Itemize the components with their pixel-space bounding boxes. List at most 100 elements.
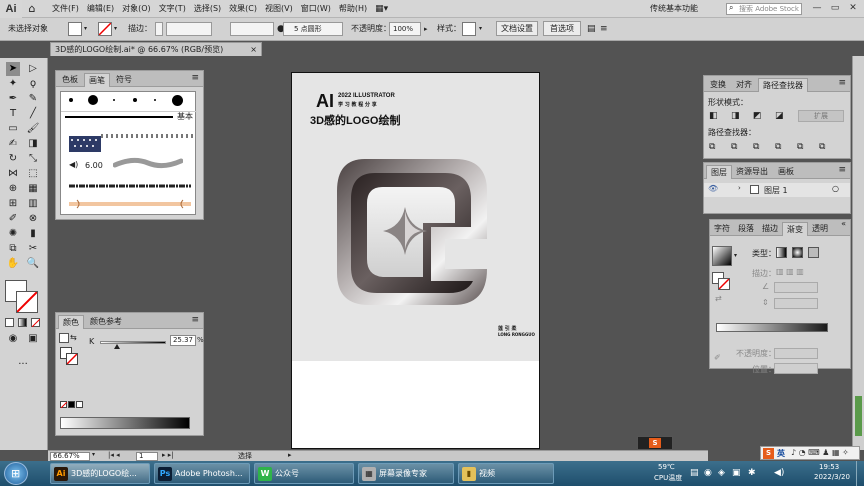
tab-transform[interactable]: 变换	[706, 78, 730, 92]
menu-view[interactable]: 视图(V)	[261, 3, 297, 14]
tab-transparency[interactable]: 透明	[808, 222, 832, 236]
tab-artboards[interactable]: 画板	[774, 165, 798, 179]
color-mode-icon[interactable]	[5, 318, 14, 327]
crop-icon[interactable]: ⧉	[775, 142, 781, 152]
draw-normal-icon[interactable]: ◉	[6, 332, 20, 346]
stroke-option-icons[interactable]: ▥ ▥ ▥	[776, 267, 804, 276]
swap-icon[interactable]	[59, 333, 69, 343]
screen-mode-icon[interactable]: ▣	[26, 332, 40, 346]
menu-type[interactable]: 文字(T)	[155, 3, 190, 14]
direct-selection-tool-icon[interactable]: ▷	[26, 62, 40, 76]
curvature-tool-icon[interactable]: ✎	[26, 92, 40, 106]
width-tool-icon[interactable]: ⋈	[6, 167, 20, 181]
first-page-icon[interactable]: |◂ ◂	[108, 451, 120, 459]
merge-icon[interactable]: ⧉	[753, 142, 759, 152]
stroke-color-box[interactable]	[66, 353, 78, 365]
artboard[interactable]: AI 2022 ILLUSTRATOR 学 习 教 程 分 享 3D感的LOGO…	[291, 72, 540, 449]
tab-asset-export[interactable]: 资源导出	[732, 165, 772, 179]
shaper-tool-icon[interactable]: ✍	[6, 137, 20, 151]
black-swatch[interactable]	[68, 401, 75, 408]
unite-icon[interactable]: ◧	[709, 111, 718, 121]
pen-tool-icon[interactable]: ✒	[6, 92, 20, 106]
gradient-slider[interactable]	[716, 323, 828, 332]
charcoal-brush-stroke[interactable]	[67, 180, 193, 192]
pattern-brush-swatch[interactable]	[69, 136, 101, 152]
tab-paragraph[interactable]: 段落	[734, 222, 758, 236]
radial-gradient-icon[interactable]	[792, 247, 803, 258]
panel-menu-icon[interactable]: ≡	[191, 73, 199, 83]
task-photoshop[interactable]: Ps Adobe Photosh...	[154, 463, 250, 484]
gradient-dropdown-icon[interactable]: ▾	[734, 252, 737, 259]
preferences-button[interactable]: 首选项	[543, 21, 581, 36]
magic-wand-tool-icon[interactable]: ✦	[6, 77, 20, 91]
k-slider-track[interactable]	[100, 341, 166, 344]
tab-align[interactable]: 对齐	[732, 78, 756, 92]
panel-menu-icon[interactable]: ≡	[191, 315, 199, 325]
panel-close-icon[interactable]: «	[841, 219, 846, 228]
none-mode-icon[interactable]	[31, 318, 40, 327]
expand-button[interactable]: 扩展	[798, 110, 844, 122]
scale-tool-icon[interactable]: ⤡	[26, 152, 40, 166]
paintbrush-tool-icon[interactable]: 🖌	[26, 122, 40, 136]
menu-window[interactable]: 窗口(W)	[297, 3, 335, 14]
start-button[interactable]: ⊞	[4, 462, 28, 485]
menu-object[interactable]: 对象(O)	[118, 3, 155, 14]
target-icon[interactable]: ○	[832, 184, 839, 193]
shape-builder-tool-icon[interactable]: ⊕	[6, 182, 20, 196]
calligraphic-brush-stroke[interactable]	[112, 155, 184, 171]
task-illustrator[interactable]: Ai 3D感的LOGO绘...	[50, 463, 150, 484]
variable-width-dropdown[interactable]	[230, 22, 274, 36]
ime-language[interactable]: 英	[777, 448, 785, 459]
maximize-button[interactable]: ▭	[828, 2, 842, 15]
task-screen-recorder[interactable]: ▦ 屏幕录像专家	[358, 463, 454, 484]
task-wechat[interactable]: W 公众号	[254, 463, 354, 484]
angle-input[interactable]	[774, 282, 818, 293]
brush-dots-row[interactable]	[61, 92, 197, 112]
symbol-sprayer-tool-icon[interactable]: ✺	[6, 227, 20, 241]
column-graph-tool-icon[interactable]: ▮	[26, 227, 40, 241]
stroke-stepper[interactable]	[155, 22, 163, 36]
swap-arrow-icon[interactable]: ⇆	[70, 333, 77, 342]
more-tools-icon[interactable]: ···	[16, 358, 30, 372]
stroke-color-box[interactable]	[16, 291, 38, 313]
document-tab[interactable]: 3D感的LOGO绘制.ai* @ 66.67% (RGB/预览) ×	[50, 42, 262, 56]
hand-tool-icon[interactable]: ✋	[6, 257, 20, 271]
opacity-input[interactable]: 100%	[389, 22, 421, 36]
tab-swatches[interactable]: 色板	[58, 73, 82, 87]
gradient-tool-icon[interactable]: ▥	[26, 197, 40, 211]
k-slider-thumb[interactable]	[113, 344, 120, 349]
layout-icon[interactable]: ▦▾	[371, 4, 392, 14]
stock-search-input[interactable]: 搜索 Adobe Stock	[726, 3, 802, 15]
aspect-ratio-input[interactable]	[774, 298, 818, 309]
tab-character[interactable]: 字符	[710, 222, 734, 236]
next-page-icon[interactable]: ▸ ▸|	[162, 451, 174, 459]
rotate-tool-icon[interactable]: ↻	[6, 152, 20, 166]
tray-app-icon-4[interactable]: ✱	[748, 468, 756, 478]
tab-brushes[interactable]: 画笔	[84, 73, 110, 87]
eraser-tool-icon[interactable]: ◨	[26, 137, 40, 151]
task-video-folder[interactable]: ▮ 视频	[458, 463, 554, 484]
menu-edit[interactable]: 编辑(E)	[83, 3, 118, 14]
eyedropper-icon[interactable]: ✐	[714, 353, 721, 362]
basic-brush-stroke[interactable]	[65, 116, 173, 118]
page-input[interactable]: 1	[136, 452, 158, 461]
brush-definition-dropdown[interactable]: 5 点圆形	[283, 22, 343, 36]
rectangle-tool-icon[interactable]: ▭	[6, 122, 20, 136]
tab-symbols[interactable]: 符号	[112, 73, 136, 87]
menu-select[interactable]: 选择(S)	[190, 3, 225, 14]
show-desktop-button[interactable]	[856, 461, 864, 486]
tray-app-icon-2[interactable]: ◈	[718, 468, 725, 478]
gradient-preview[interactable]	[712, 246, 732, 266]
eyedropper-tool-icon[interactable]: ✐	[6, 212, 20, 226]
home-icon[interactable]: ⌂	[22, 2, 42, 15]
selection-tool-icon[interactable]: ➤	[6, 62, 20, 76]
tab-stroke[interactable]: 描边	[758, 222, 782, 236]
lasso-tool-icon[interactable]: ϙ	[26, 77, 40, 91]
artboard-tool-icon[interactable]: ⧉	[6, 242, 20, 256]
panel-menu-icon[interactable]: ≡	[600, 22, 608, 36]
outline-icon[interactable]: ⧉	[797, 142, 803, 152]
zoom-tool-icon[interactable]: 🔍	[26, 257, 40, 271]
type-tool-icon[interactable]: T	[6, 107, 20, 121]
tab-color-guide[interactable]: 颜色参考	[86, 315, 126, 329]
close-button[interactable]: ✕	[846, 2, 860, 15]
